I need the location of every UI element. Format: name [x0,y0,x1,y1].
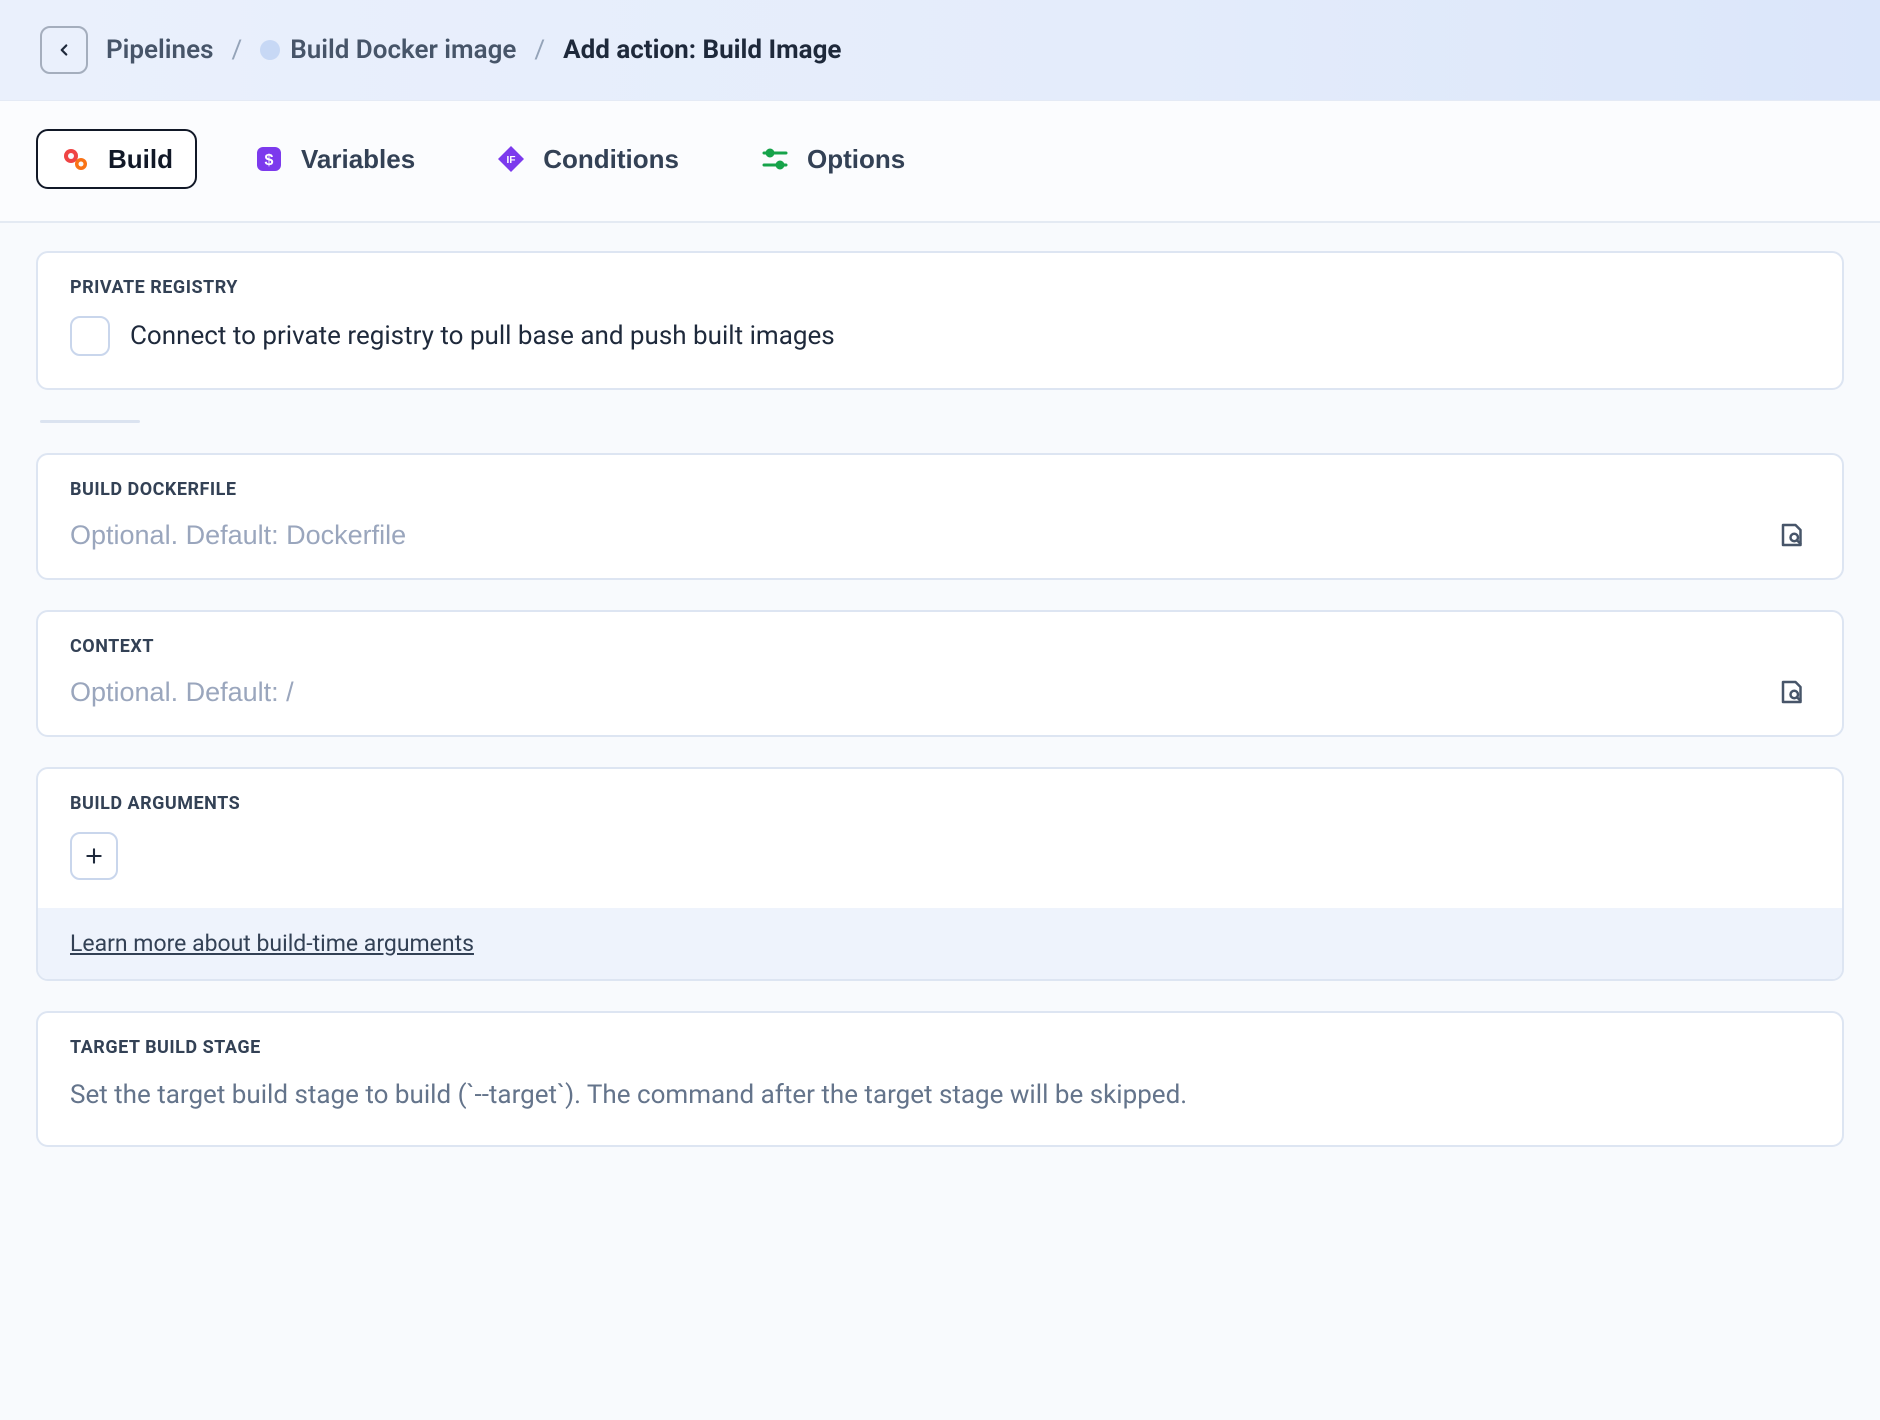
context-input[interactable] [70,677,1756,708]
target-stage-description: Set the target build stage to build (`--… [38,1076,1842,1145]
target-stage-card: TARGET BUILD STAGE Set the target build … [36,1011,1844,1147]
sliders-icon [759,143,791,175]
header-bar: Pipelines / Build Docker image / Add act… [0,0,1880,101]
private-registry-label: Connect to private registry to pull base… [130,321,835,351]
tab-bar: Build $ Variables IF Conditions [0,101,1880,223]
breadcrumb-pipeline[interactable]: Build Docker image [260,35,516,65]
learn-more-link[interactable]: Learn more about build-time arguments [70,930,474,957]
tab-options[interactable]: Options [735,129,929,189]
svg-text:IF: IF [507,155,516,166]
build-args-footer: Learn more about build-time arguments [38,908,1842,979]
tab-build-label: Build [108,144,173,175]
file-search-icon [1778,677,1808,707]
pipeline-status-dot-icon [260,40,280,60]
build-args-title: BUILD ARGUMENTS [38,769,1842,832]
plus-icon [84,846,104,866]
file-search-icon [1778,520,1808,550]
private-registry-checkbox[interactable] [70,316,110,356]
dockerfile-title: BUILD DOCKERFILE [38,455,1842,518]
breadcrumb-separator: / [534,35,545,65]
add-argument-button[interactable] [70,832,118,880]
gears-icon [60,143,92,175]
tab-build[interactable]: Build [36,129,197,189]
context-title: CONTEXT [38,612,1842,675]
breadcrumb-current: Add action: Build Image [563,35,841,65]
build-args-card: BUILD ARGUMENTS Learn more about build-t… [36,767,1844,981]
content-area: PRIVATE REGISTRY Connect to private regi… [0,223,1880,1175]
private-registry-title: PRIVATE REGISTRY [38,253,1842,316]
tab-variables-label: Variables [301,144,415,175]
svg-text:$: $ [265,152,274,169]
breadcrumb: Pipelines / Build Docker image / Add act… [106,35,841,65]
dockerfile-card: BUILD DOCKERFILE [36,453,1844,580]
dockerfile-input[interactable] [70,520,1756,551]
breadcrumb-root[interactable]: Pipelines [106,35,213,65]
context-browse-button[interactable] [1776,675,1810,709]
dollar-sign-icon: $ [253,143,285,175]
back-button[interactable] [40,26,88,74]
private-registry-card: PRIVATE REGISTRY Connect to private regi… [36,251,1844,390]
target-stage-title: TARGET BUILD STAGE [38,1013,1842,1076]
tab-conditions-label: Conditions [543,144,679,175]
dockerfile-browse-button[interactable] [1776,518,1810,552]
chevron-left-icon [55,41,73,59]
breadcrumb-separator: / [231,35,242,65]
if-icon: IF [495,143,527,175]
context-card: CONTEXT [36,610,1844,737]
tab-conditions[interactable]: IF Conditions [471,129,703,189]
tab-variables[interactable]: $ Variables [229,129,439,189]
tab-options-label: Options [807,144,905,175]
section-divider [40,420,140,423]
breadcrumb-pipeline-label: Build Docker image [290,35,516,65]
